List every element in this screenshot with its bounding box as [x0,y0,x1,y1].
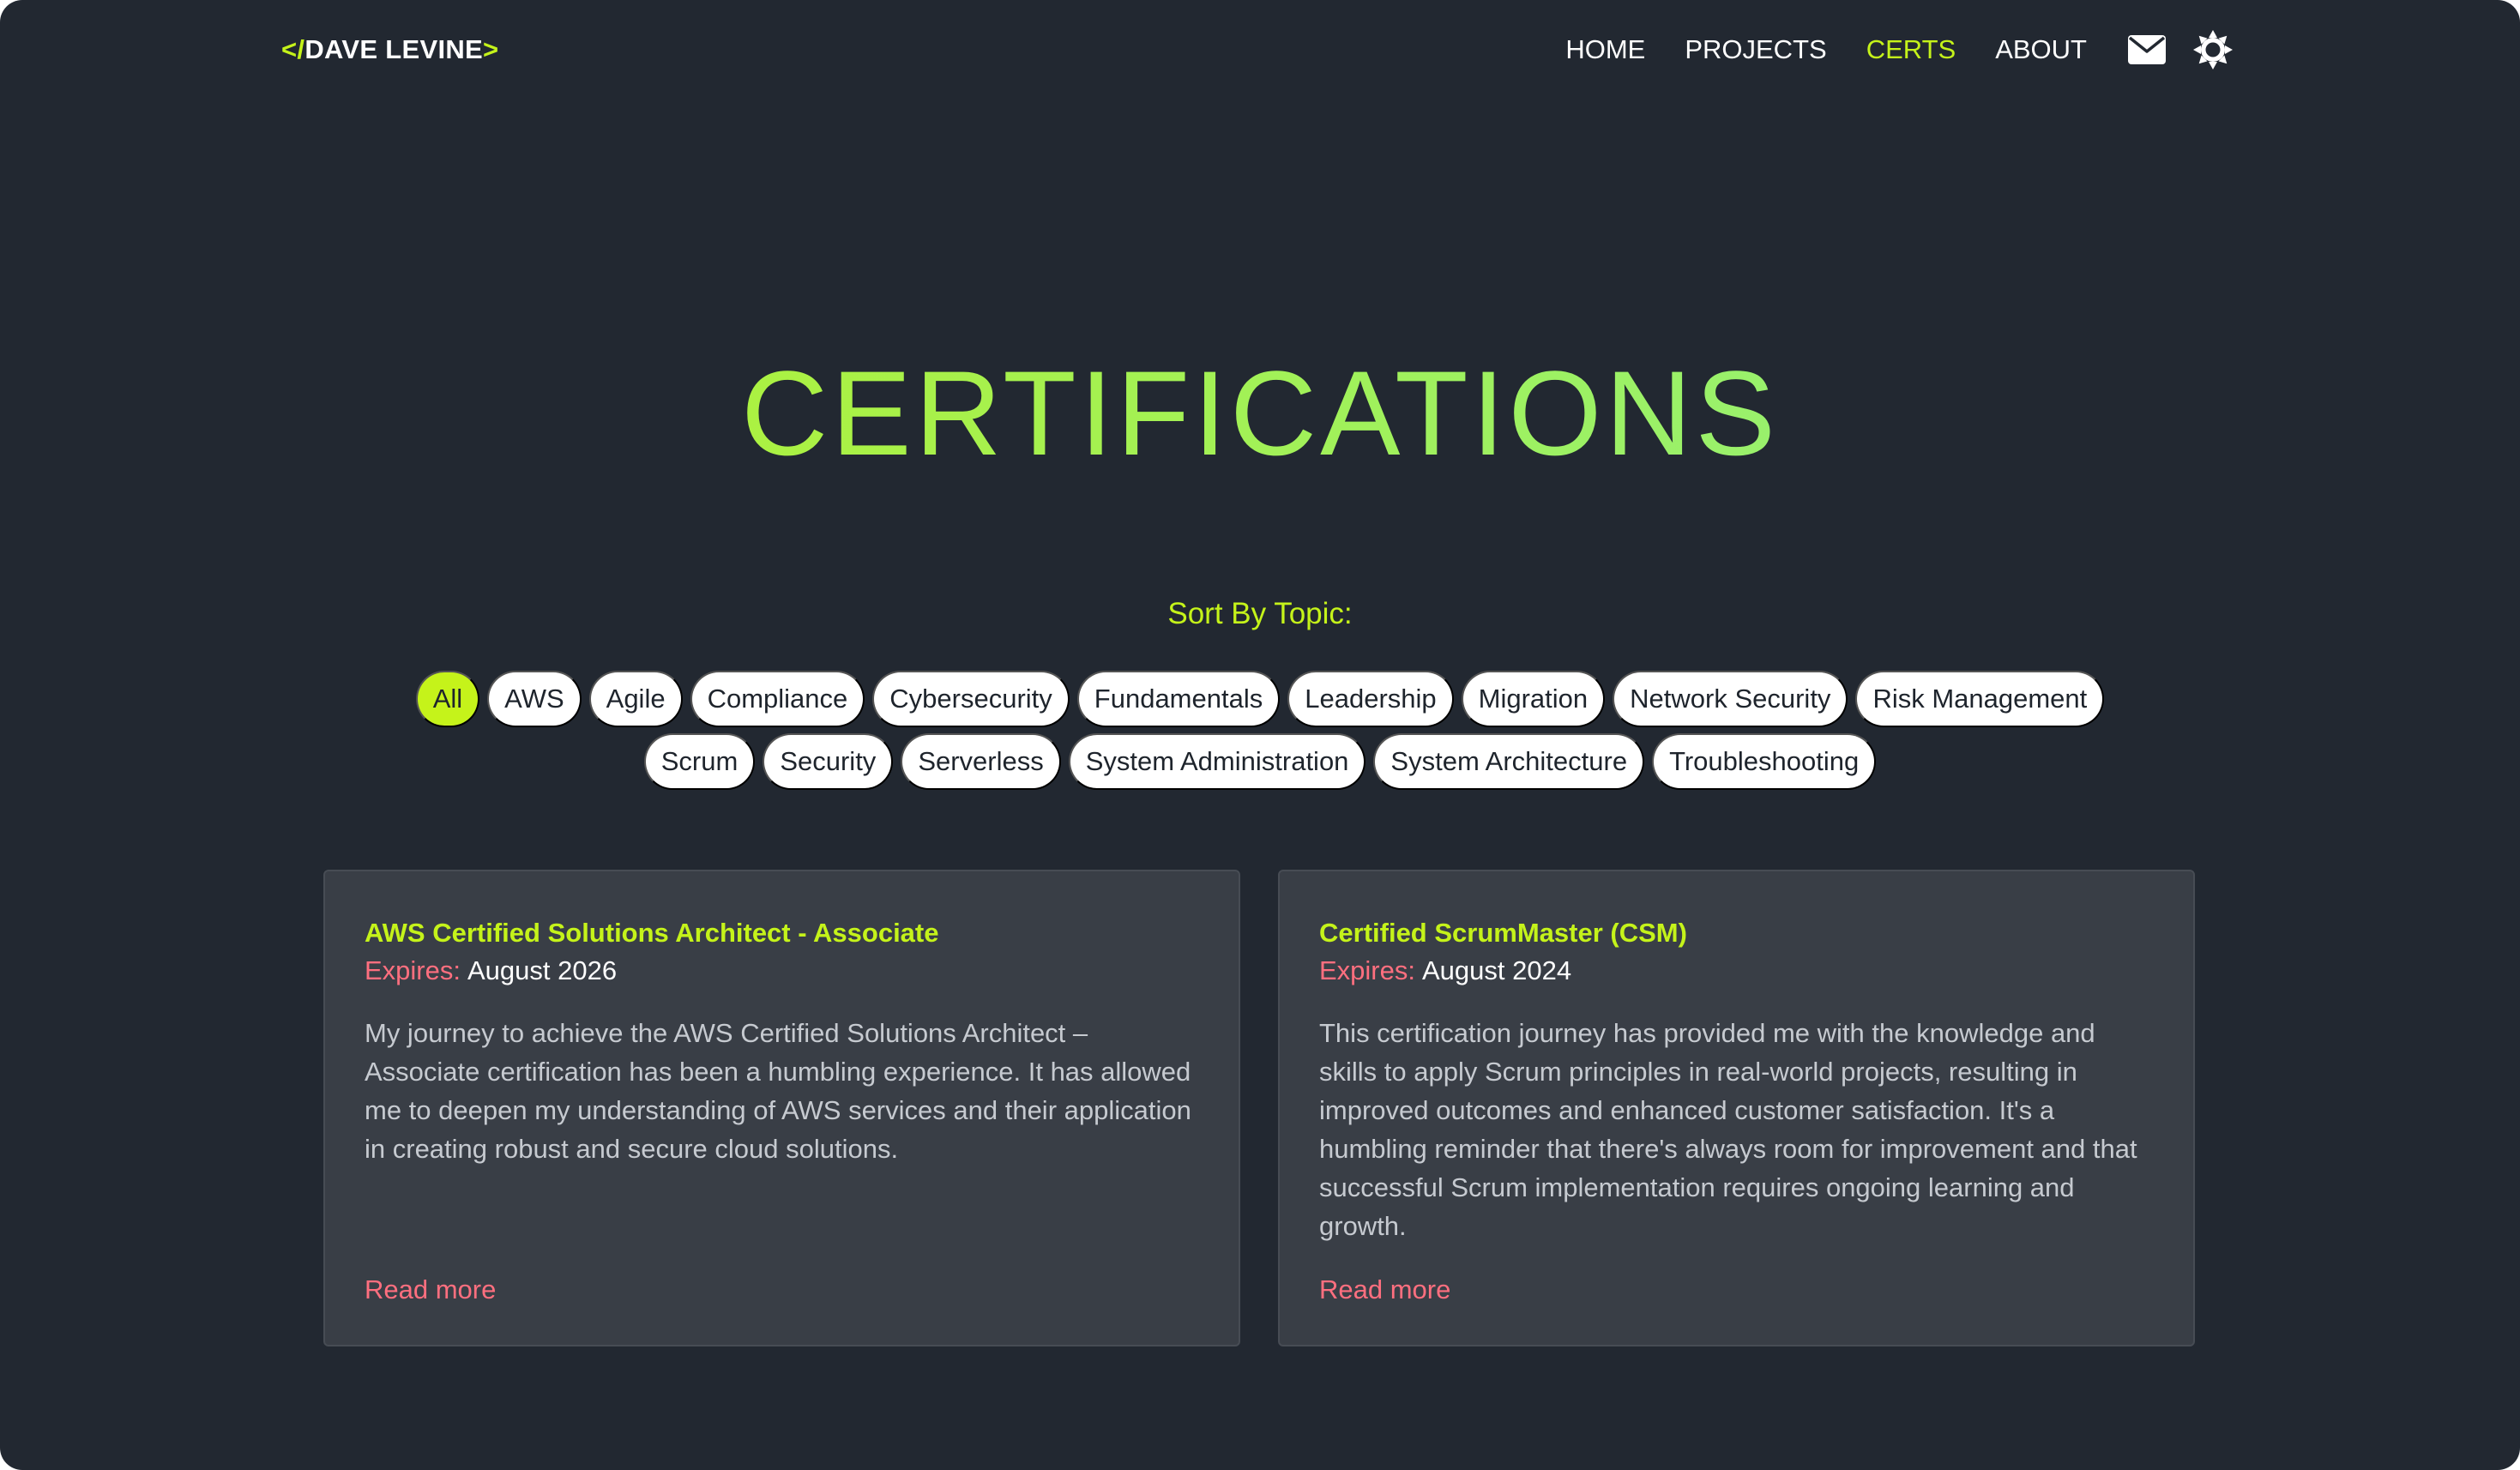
topic-chip-all[interactable]: All [415,671,480,727]
topic-chip-network-security[interactable]: Network Security [1613,671,1848,727]
expires-date: August 2024 [1421,955,1572,985]
nav-link-projects[interactable]: PROJECTS [1685,34,1826,65]
theme-toggle-sun-icon[interactable] [2193,30,2233,69]
expires-label: Expires: [365,955,461,985]
envelope-icon[interactable] [2128,35,2166,64]
app-window: </DAVE LEVINE> HOME PROJECTS CERTS ABOUT [0,0,2520,1470]
topic-chip-leadership[interactable]: Leadership [1287,671,1454,727]
logo-bracket-close: > [483,34,499,64]
topic-chip-system-architecture[interactable]: System Architecture [1373,733,1645,790]
read-more-link[interactable]: Read more [1319,1274,1450,1305]
topic-chip-security[interactable]: Security [763,733,894,790]
topic-chip-cybersecurity[interactable]: Cybersecurity [872,671,1070,727]
topic-filter-row-1: All AWS Agile Compliance Cybersecurity F… [0,671,2520,727]
nav-link-certs[interactable]: CERTS [1866,34,1956,65]
topic-chip-fundamentals[interactable]: Fundamentals [1076,671,1281,727]
topic-chip-system-administration[interactable]: System Administration [1068,733,1366,790]
cert-description: This certification journey has provided … [1319,1018,2137,1241]
sort-by-topic-label: Sort By Topic: [1167,597,1353,630]
cert-card-scrummaster: Certified ScrumMaster (CSM) Expires: Augu… [1278,870,2195,1346]
logo-name: DAVE LEVINE [304,34,484,64]
cert-expiry: Expires: August 2024 [1319,952,2154,990]
topic-chip-serverless[interactable]: Serverless [901,733,1061,790]
topic-chip-scrum[interactable]: Scrum [643,733,756,790]
topic-chip-agile[interactable]: Agile [588,671,683,727]
logo-bracket-open: </ [281,34,305,64]
main-nav: HOME PROJECTS CERTS ABOUT [1526,30,2233,69]
topic-chip-risk-management[interactable]: Risk Management [1855,671,2105,727]
page-title: CERTIFICATIONS [0,345,2520,482]
topic-filter-row-2: Scrum Security Serverless System Adminis… [0,733,2520,790]
cert-expiry: Expires: August 2026 [365,952,1199,990]
nav-link-home[interactable]: HOME [1565,34,1645,65]
topic-chip-troubleshooting[interactable]: Troubleshooting [1652,733,1877,790]
topic-chip-aws[interactable]: AWS [487,671,582,727]
cert-title: AWS Certified Solutions Architect - Asso… [365,918,939,948]
cert-description: My journey to achieve the AWS Certified … [365,1018,1191,1164]
site-logo[interactable]: </DAVE LEVINE> [281,34,498,65]
cert-title: Certified ScrumMaster (CSM) [1319,918,1687,948]
expires-label: Expires: [1319,955,1415,985]
topic-chip-migration[interactable]: Migration [1461,671,1606,727]
cert-card-aws-solutions-architect: AWS Certified Solutions Architect - Asso… [323,870,1240,1346]
read-more-link[interactable]: Read more [365,1274,496,1305]
topic-chip-compliance[interactable]: Compliance [690,671,865,727]
expires-date: August 2026 [467,955,618,985]
nav-link-about[interactable]: ABOUT [1995,34,2087,65]
